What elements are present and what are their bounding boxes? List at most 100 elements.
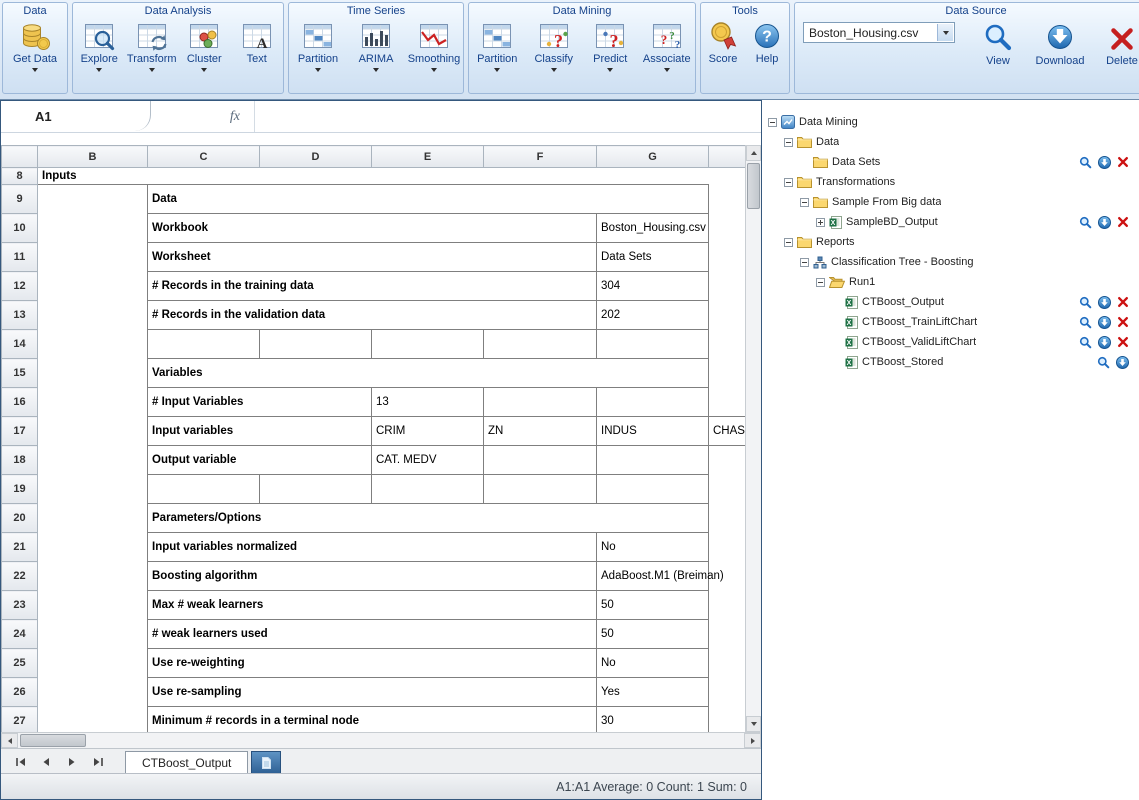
- sheet-tab-active[interactable]: CTBoost_Output: [125, 751, 248, 773]
- collapse-toggle[interactable]: [768, 118, 777, 127]
- smoothing-button[interactable]: Smoothing: [407, 20, 461, 72]
- sheet-cell[interactable]: [38, 504, 148, 533]
- sheet-cell[interactable]: [148, 475, 260, 504]
- sheet-cell[interactable]: [484, 446, 597, 475]
- transform-button[interactable]: Transform: [126, 20, 179, 72]
- scroll-right-button[interactable]: [744, 733, 761, 748]
- sheet-cell[interactable]: [709, 330, 746, 359]
- sheet-cell[interactable]: [38, 388, 148, 417]
- score-button[interactable]: Score: [702, 20, 744, 65]
- add-sheet-tab[interactable]: [251, 751, 281, 773]
- tree-item[interactable]: Classification Tree - Boosting: [762, 252, 1139, 272]
- tree-item[interactable]: Run1: [762, 272, 1139, 292]
- sheet-cell[interactable]: [38, 678, 148, 707]
- row-header[interactable]: 13: [2, 301, 38, 330]
- chevron-down-icon[interactable]: [937, 24, 953, 41]
- sheet-cell[interactable]: Minimum # records in a terminal node: [148, 707, 597, 733]
- column-header[interactable]: D: [260, 146, 372, 168]
- arima-button[interactable]: ARIMA: [349, 20, 403, 72]
- sheet-cell[interactable]: [709, 504, 746, 533]
- sheet-cell[interactable]: Use re-sampling: [148, 678, 597, 707]
- collapse-toggle[interactable]: [816, 278, 825, 287]
- sheet-cell[interactable]: [484, 330, 597, 359]
- explore-button[interactable]: Explore: [73, 20, 126, 72]
- row-header[interactable]: 8: [2, 168, 38, 185]
- scroll-up-button[interactable]: [746, 145, 761, 161]
- tree-item[interactable]: Data Mining: [762, 112, 1139, 132]
- sheet-cell[interactable]: [38, 359, 148, 388]
- sheet-cell[interactable]: Parameters/Options: [148, 504, 709, 533]
- row-header[interactable]: 24: [2, 620, 38, 649]
- horizontal-scrollbar-track[interactable]: [88, 733, 744, 748]
- sheet-cell[interactable]: [38, 301, 148, 330]
- collapse-toggle[interactable]: [784, 238, 793, 247]
- sheet-cell[interactable]: [709, 591, 746, 620]
- sheet-cell[interactable]: [38, 562, 148, 591]
- sheet-cell[interactable]: CRIM: [372, 417, 484, 446]
- sheet-cell[interactable]: [38, 185, 148, 214]
- sheet-cell[interactable]: [38, 417, 148, 446]
- sheet-cell[interactable]: [709, 301, 746, 330]
- sheet-cell[interactable]: [372, 475, 484, 504]
- sheet-cell[interactable]: Input variables normalized: [148, 533, 597, 562]
- tree-item[interactable]: Data Sets: [762, 152, 1139, 172]
- collapse-toggle[interactable]: [800, 198, 809, 207]
- row-header[interactable]: 21: [2, 533, 38, 562]
- row-header[interactable]: 19: [2, 475, 38, 504]
- sheet-cell[interactable]: [709, 475, 746, 504]
- sheet-cell[interactable]: Worksheet: [148, 243, 597, 272]
- sheet-cell[interactable]: CHAS: [709, 417, 746, 446]
- cell-name-box[interactable]: A1: [1, 101, 151, 132]
- sheet-cell[interactable]: [709, 446, 746, 475]
- delete-button[interactable]: Delete: [1095, 22, 1139, 67]
- sheet-cell[interactable]: Output variable: [148, 446, 372, 475]
- sheet-cell[interactable]: Inputs: [38, 168, 148, 185]
- view-button[interactable]: [1079, 336, 1092, 349]
- last-sheet-button[interactable]: [85, 752, 111, 772]
- row-header[interactable]: 12: [2, 272, 38, 301]
- sheet-cell[interactable]: [260, 475, 372, 504]
- sheet-cell[interactable]: 50: [597, 620, 709, 649]
- sheet-cell[interactable]: # Input Variables: [148, 388, 372, 417]
- delete-button[interactable]: [1117, 296, 1129, 308]
- sheet-cell[interactable]: [484, 475, 597, 504]
- next-sheet-button[interactable]: [59, 752, 85, 772]
- tree-item[interactable]: XCTBoost_Output: [762, 292, 1139, 312]
- download-button[interactable]: [1098, 216, 1111, 229]
- vertical-scrollbar-thumb[interactable]: [747, 163, 760, 209]
- collapse-toggle[interactable]: [784, 138, 793, 147]
- predict-button[interactable]: ? Predict: [583, 20, 637, 72]
- row-header[interactable]: 26: [2, 678, 38, 707]
- sheet-cell[interactable]: Data Sets: [597, 243, 709, 272]
- sheet-cell[interactable]: INDUS: [597, 417, 709, 446]
- row-header[interactable]: 16: [2, 388, 38, 417]
- tree-item[interactable]: XCTBoost_Stored: [762, 352, 1139, 372]
- delete-button[interactable]: [1117, 316, 1129, 328]
- row-header[interactable]: 15: [2, 359, 38, 388]
- scroll-down-button[interactable]: [746, 716, 761, 732]
- data-source-select[interactable]: Boston_Housing.csv: [803, 22, 955, 43]
- previous-sheet-button[interactable]: [33, 752, 59, 772]
- tree-item[interactable]: XCTBoost_ValidLiftChart: [762, 332, 1139, 352]
- sheet-cell[interactable]: [484, 388, 597, 417]
- expand-toggle[interactable]: [816, 218, 825, 227]
- tree-item[interactable]: Transformations: [762, 172, 1139, 192]
- column-header[interactable]: [709, 146, 746, 168]
- sheet-cell[interactable]: [709, 243, 746, 272]
- sheet-cell[interactable]: ZN: [484, 417, 597, 446]
- sheet-cell[interactable]: [597, 475, 709, 504]
- cluster-button[interactable]: Cluster: [178, 20, 231, 72]
- sheet-cell[interactable]: 202: [597, 301, 709, 330]
- sheet-cell[interactable]: Workbook: [148, 214, 597, 243]
- view-button[interactable]: View: [971, 22, 1025, 67]
- sheet-cell[interactable]: # Records in the training data: [148, 272, 597, 301]
- sheet-cell[interactable]: 30: [597, 707, 709, 733]
- sheet-cell[interactable]: # weak learners used: [148, 620, 597, 649]
- sheet-cell[interactable]: Boston_Housing.csv: [597, 214, 709, 243]
- row-header[interactable]: 11: [2, 243, 38, 272]
- tree-item[interactable]: XCTBoost_TrainLiftChart: [762, 312, 1139, 332]
- dm-partition-button[interactable]: Partition: [470, 20, 524, 72]
- sheet-cell[interactable]: Data: [148, 185, 709, 214]
- sheet-cell[interactable]: [38, 330, 148, 359]
- delete-button[interactable]: [1117, 156, 1129, 168]
